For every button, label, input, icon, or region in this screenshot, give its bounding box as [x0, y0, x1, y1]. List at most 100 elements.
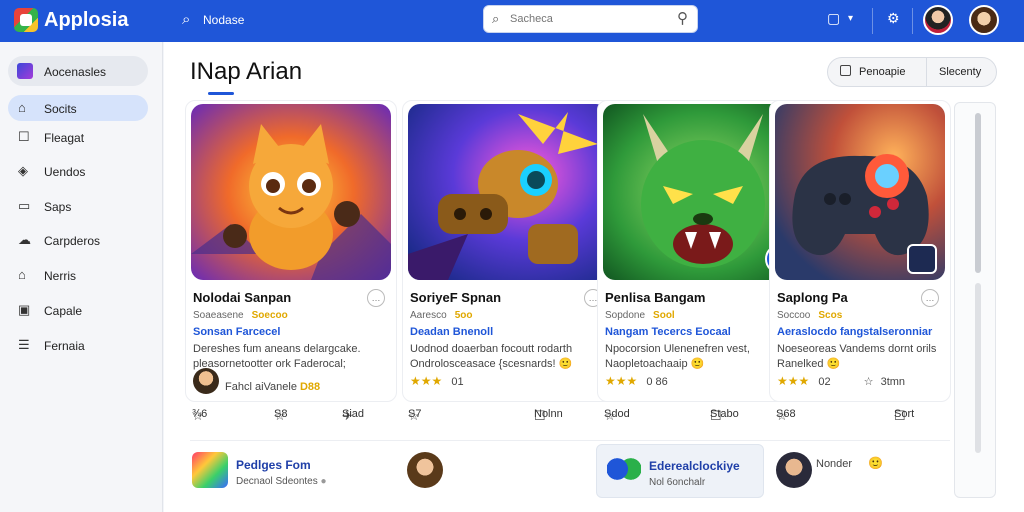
action-label: Stabo	[710, 408, 739, 420]
rating-stars: ★★★	[410, 374, 443, 388]
app-cover-image[interactable]	[191, 104, 391, 280]
sidebar-item-label: Socits	[44, 102, 77, 116]
magnifier-icon[interactable]: ⚲	[677, 9, 688, 27]
sidebar-item-fleagat[interactable]: ☐ Fleagat	[8, 124, 148, 150]
main-content: INap Arian Penoapie Slecenty Nolodai San…	[164, 42, 1024, 512]
sidebar-item-label: Capale	[44, 304, 83, 318]
home-icon: ⌂	[18, 100, 26, 115]
view-toggle: Penoapie Slecenty	[827, 57, 997, 87]
square-icon	[840, 65, 851, 76]
comment-icon[interactable]: …	[921, 289, 939, 307]
list-item[interactable]	[404, 444, 584, 498]
sidebar-item-socits[interactable]: ⌂ Socits	[8, 95, 148, 121]
rating-value: 02	[818, 376, 831, 388]
card-category[interactable]: Sonsan Farcecel	[193, 326, 280, 338]
meta-badge: D88	[299, 380, 321, 393]
list-item-subtitle: Decnaol Sdeontes ●	[236, 476, 327, 487]
card-title[interactable]: SoriyeF Spnan	[410, 290, 501, 305]
sidebar-item-uendos[interactable]: ◈ Uendos	[8, 158, 148, 184]
sidebar-item-saps[interactable]: ▭ Saps	[8, 193, 148, 219]
sidebar-item-label: Nerris	[44, 269, 76, 283]
avatar[interactable]	[923, 5, 953, 35]
top-search-label[interactable]: Nodase	[203, 13, 244, 27]
sidebar-item-carpderos[interactable]: ☁ Carpderos	[8, 227, 148, 253]
title-underline	[208, 92, 234, 95]
scrollbar[interactable]	[954, 102, 996, 498]
card-category[interactable]: Aeraslocdo fangstalseronniar	[777, 326, 945, 338]
card-meta: ★★★ 02 ☆ 3tmn	[777, 374, 945, 396]
card-description: Dereshes fum aneans delargcake. pleasorn…	[193, 342, 389, 372]
star-outline-icon[interactable]: ☆	[864, 376, 874, 388]
card-title[interactable]: Nolodai Sanpan	[193, 290, 291, 305]
search-icon[interactable]: ⌕	[182, 11, 190, 28]
bookmark-icon[interactable]: ▢	[827, 10, 840, 27]
developer-avatar[interactable]	[193, 368, 219, 394]
scrollbar-thumb[interactable]	[975, 113, 981, 273]
app-thumbnail	[192, 452, 228, 488]
action-label: S68	[776, 408, 796, 420]
list-item-title: Pedlges Fom	[236, 458, 311, 472]
settings-icon[interactable]: ⚙	[887, 10, 900, 27]
app-card[interactable]: Nolodai Sanpan … Soaeasene Soecoo Sonsan …	[185, 100, 397, 402]
chevron-down-icon[interactable]: ▾	[848, 13, 853, 24]
rating-stars: ★★★	[777, 374, 810, 388]
sidebar-item-fernaia[interactable]: ☰ Fernaia	[8, 332, 148, 358]
list-icon: ☰	[18, 337, 30, 352]
rating-value: 01	[451, 376, 464, 388]
desc-line: Noeseoreas Vandems dornt orils	[777, 343, 937, 355]
sidebar-item-label: Fernaia	[44, 339, 85, 353]
comment-icon[interactable]: …	[367, 289, 385, 307]
meta-extra: 3tmn	[880, 376, 906, 388]
toggle-label: Slecenty	[939, 66, 982, 78]
sidebar-item-capale[interactable]: ▣ Capale	[8, 297, 148, 323]
action-label: Nolnn	[534, 408, 563, 420]
desc-line: Ranelked 🙂	[777, 358, 841, 370]
card-subtitle: Soaeasene Soecoo	[193, 310, 288, 321]
subtitle-text: Soccoo	[777, 310, 811, 321]
list-item[interactable]: Pedlges Fom Decnaol Sdeontes ●	[190, 444, 386, 498]
card-category[interactable]: Deadan Bnenoll	[410, 326, 493, 338]
subtitle-text: Aaresco	[410, 310, 447, 321]
divider	[872, 8, 873, 34]
app-name[interactable]: Applosia	[44, 9, 128, 32]
card-title[interactable]: Penlisa Bangam	[605, 290, 705, 305]
home-alt-icon: ⌂	[18, 267, 26, 282]
sidebar: Aocenasles ⌂ Socits ☐ Fleagat ◈ Uendos ▭…	[0, 42, 163, 512]
desc-line: Ondrolosceasace {scesnards! 🙂	[410, 358, 573, 370]
apps-icon	[17, 63, 33, 79]
search-icon: ⌕	[492, 11, 500, 26]
info-icon: ●	[320, 476, 327, 487]
app-badge-icon	[907, 244, 937, 274]
app-cover-image[interactable]	[408, 104, 608, 280]
desc-line: pleasornetootter ork Faderocal;	[193, 358, 346, 370]
card-category[interactable]: Nangam Tecercs Eocaal	[605, 326, 731, 338]
app-cover-image[interactable]	[775, 104, 945, 280]
app-card[interactable]: Saplong Pa … Soccoo Scos Aeraslocdo fangs…	[769, 100, 951, 402]
emoji-icon: 🙂	[868, 456, 883, 470]
app-logo-icon[interactable]	[14, 8, 38, 32]
avatar	[407, 452, 443, 488]
card-title[interactable]: Saplong Pa	[777, 290, 848, 305]
sidebar-header[interactable]: Aocenasles	[8, 56, 148, 86]
subtitle-tag: Soecoo	[251, 310, 288, 321]
subtitle-tag: Sool	[653, 310, 675, 321]
toggle-option-a[interactable]: Penoapie	[828, 58, 926, 86]
divider	[912, 8, 913, 34]
subtitle-tag: 5oo	[454, 310, 473, 321]
search-input[interactable]	[510, 10, 660, 28]
card-subtitle: Soccoo Scos	[777, 310, 842, 321]
card-description: Noeseoreas Vandems dornt orils Ranelked …	[777, 342, 945, 372]
sidebar-item-nerris[interactable]: ⌂ Nerris	[8, 262, 148, 288]
subtitle-tag: Scos	[818, 310, 843, 321]
list-item[interactable]: Ederealclockiye Nol 6onchalr	[596, 444, 764, 498]
search-box[interactable]: ⌕ ⚲	[483, 5, 698, 33]
avatar[interactable]	[969, 5, 999, 35]
sidebar-item-label: Fleagat	[44, 131, 85, 145]
toggle-option-b[interactable]: Slecenty	[926, 58, 996, 86]
subtitle-text: Soaeasene	[193, 310, 244, 321]
app-card[interactable]: SoriyeF Spnan … Aaresco 5oo Deadan Bnenol…	[402, 100, 614, 402]
developer-name: Fahcl aiVanele	[225, 380, 297, 393]
list-item-title: Ederealclockiye	[649, 459, 740, 473]
list-item[interactable]: Nonder 🙂	[774, 444, 944, 498]
sidebar-header-label: Aocenasles	[44, 65, 107, 79]
